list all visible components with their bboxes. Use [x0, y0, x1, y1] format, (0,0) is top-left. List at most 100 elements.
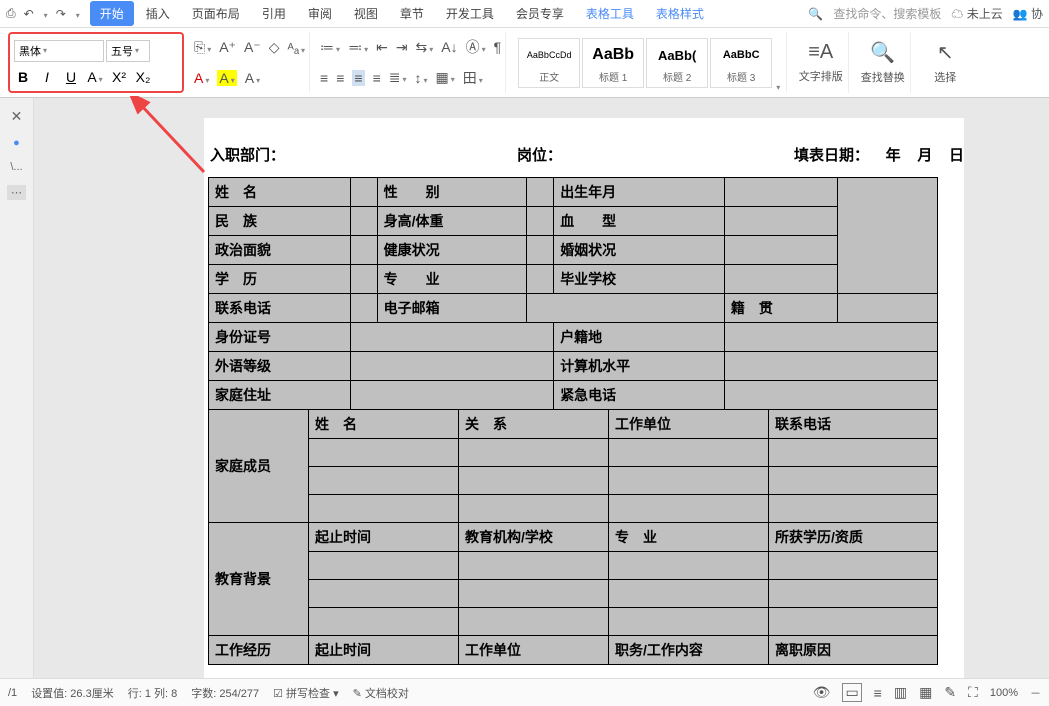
- cell-school2[interactable]: 教育机构/学校: [459, 523, 609, 552]
- font-size-select[interactable]: 五号: [106, 40, 150, 62]
- search-icon[interactable]: 🔍: [808, 7, 823, 21]
- cell-computer[interactable]: 计算机水平: [554, 352, 725, 381]
- undo-icon[interactable]: ↶: [24, 7, 34, 21]
- style-normal[interactable]: AaBbCcDd 正文: [518, 38, 580, 88]
- align-distribute[interactable]: ≣: [389, 69, 407, 86]
- cell-school[interactable]: 毕业学校: [554, 265, 725, 294]
- italic-button[interactable]: I: [38, 69, 56, 85]
- clear-format[interactable]: ◇: [269, 39, 280, 56]
- chat-icon[interactable]: ●: [13, 137, 20, 149]
- highlight-color[interactable]: A: [217, 70, 236, 86]
- cell-edubg[interactable]: 教育背景: [209, 523, 309, 636]
- cell-contacttel[interactable]: 联系电话: [769, 410, 938, 439]
- eye-icon[interactable]: 👁: [813, 684, 831, 701]
- view-outline-icon[interactable]: ≡: [874, 685, 882, 701]
- align-left[interactable]: ≡: [320, 70, 328, 86]
- grow-font[interactable]: A⁺: [219, 39, 236, 56]
- cell-sex[interactable]: 性 别: [377, 178, 527, 207]
- undo-dropdown[interactable]: [42, 7, 48, 21]
- cell-major[interactable]: 专 业: [377, 265, 527, 294]
- sort[interactable]: A↓: [441, 39, 457, 55]
- cell-addr[interactable]: 家庭住址: [209, 381, 351, 410]
- bold-button[interactable]: B: [14, 69, 32, 85]
- more-icon[interactable]: ⋯: [7, 185, 26, 200]
- cell-marriage[interactable]: 婚姻状况: [554, 236, 725, 265]
- cell-nation[interactable]: 民 族: [209, 207, 351, 236]
- redo-icon[interactable]: ↷: [56, 7, 66, 21]
- style-heading3[interactable]: AaBbC 标题 3: [710, 38, 772, 88]
- spellcheck-toggle[interactable]: ☑ 拼写检查 ▾: [273, 685, 339, 701]
- dec-indent[interactable]: ⇤: [376, 39, 388, 56]
- cell-workunit2[interactable]: 工作单位: [459, 636, 609, 665]
- superscript-button[interactable]: X²: [110, 69, 128, 85]
- qat-more[interactable]: [74, 7, 80, 21]
- cloud-status[interactable]: ☁ 未上云: [951, 5, 1002, 22]
- tab-chapter[interactable]: 章节: [390, 1, 434, 26]
- view-draft-icon[interactable]: ✎: [944, 684, 956, 701]
- inc-indent[interactable]: ⇥: [396, 39, 408, 56]
- tab-dev[interactable]: 开发工具: [436, 1, 504, 26]
- zoom-level[interactable]: 100%: [990, 687, 1018, 699]
- view-page-icon[interactable]: ▭: [842, 683, 861, 702]
- tab-ref[interactable]: 引用: [252, 1, 296, 26]
- cell-politics[interactable]: 政治面貌: [209, 236, 351, 265]
- fit-width-icon[interactable]: ⛶: [968, 684, 978, 701]
- style-heading2[interactable]: AaBb( 标题 2: [646, 38, 708, 88]
- close-panel-icon[interactable]: ✕: [11, 108, 23, 125]
- nav-item[interactable]: \...: [10, 161, 22, 173]
- cell-name[interactable]: 姓 名: [209, 178, 351, 207]
- cell-workunit[interactable]: 工作单位: [609, 410, 769, 439]
- cell-family[interactable]: 家庭成员: [209, 410, 309, 523]
- find-replace[interactable]: 🔍 查找替换: [855, 32, 911, 93]
- font-color[interactable]: A: [194, 70, 209, 86]
- cell-period2[interactable]: 起止时间: [309, 636, 459, 665]
- tab-tabletools[interactable]: 表格工具: [576, 1, 644, 26]
- view-read-icon[interactable]: ▥: [894, 684, 907, 701]
- cell-leave[interactable]: 离职原因: [769, 636, 938, 665]
- tab-insert[interactable]: 插入: [136, 1, 180, 26]
- align-justify[interactable]: ≡: [373, 70, 381, 86]
- shrink-font[interactable]: A⁻: [244, 39, 261, 56]
- cell-email[interactable]: 电子邮箱: [377, 294, 527, 323]
- style-heading1[interactable]: AaBb 标题 1: [582, 38, 644, 88]
- tab-tablestyle[interactable]: 表格样式: [646, 1, 714, 26]
- family-table[interactable]: 家庭成员 姓 名 关 系 工作单位 联系电话: [208, 409, 938, 523]
- zoom-out[interactable]: －: [1030, 685, 1041, 701]
- change-case[interactable]: ᴬₐ: [287, 40, 305, 56]
- symbol[interactable]: Ⓐ: [466, 37, 486, 57]
- tab-member[interactable]: 会员专享: [506, 1, 574, 26]
- tabs[interactable]: ⇆: [416, 39, 434, 56]
- cell-fname[interactable]: 姓 名: [309, 410, 459, 439]
- tab-review[interactable]: 审阅: [298, 1, 342, 26]
- align-center[interactable]: ≡: [336, 70, 344, 86]
- cell-origin[interactable]: 籍 贯: [724, 294, 837, 323]
- format-painter[interactable]: ⎘: [194, 39, 211, 56]
- shading[interactable]: ▦: [436, 69, 455, 86]
- form-table[interactable]: 姓 名 性 别 出生年月 民 族 身高/体重 血 型 政治面貌 健康状况 婚姻状…: [208, 177, 938, 410]
- align-right[interactable]: ≡: [352, 70, 364, 86]
- char-format[interactable]: A: [245, 70, 260, 86]
- cell-duty[interactable]: 职务/工作内容: [609, 636, 769, 665]
- borders[interactable]: 田: [463, 68, 483, 88]
- tab-layout[interactable]: 页面布局: [182, 1, 250, 26]
- proofread[interactable]: ✎ 文档校对: [353, 685, 409, 701]
- select-tool[interactable]: ↖ 选择: [917, 32, 973, 93]
- underline-button[interactable]: U: [62, 69, 80, 85]
- tab-start[interactable]: 开始: [90, 1, 134, 26]
- tab-view[interactable]: 视图: [344, 1, 388, 26]
- cell-hukou[interactable]: 户籍地: [554, 323, 725, 352]
- work-table[interactable]: 工作经历 起止时间 工作单位 职务/工作内容 离职原因: [208, 635, 938, 665]
- cell-birth[interactable]: 出生年月: [554, 178, 725, 207]
- subscript-button[interactable]: X₂: [134, 69, 152, 85]
- cell-emg[interactable]: 紧急电话: [554, 381, 725, 410]
- cell-tel[interactable]: 联系电话: [209, 294, 351, 323]
- cell-edu[interactable]: 学 历: [209, 265, 351, 294]
- cell-major2[interactable]: 专 业: [609, 523, 769, 552]
- cell-hw[interactable]: 身高/体重: [377, 207, 527, 236]
- save-icon[interactable]: ⎙: [6, 6, 16, 21]
- collab-icon[interactable]: 👥 协: [1013, 5, 1043, 22]
- view-web-icon[interactable]: ▦: [919, 684, 932, 701]
- bullets[interactable]: ≔: [320, 39, 340, 56]
- cell-workexp[interactable]: 工作经历: [209, 636, 309, 665]
- strike-button[interactable]: A: [86, 69, 104, 85]
